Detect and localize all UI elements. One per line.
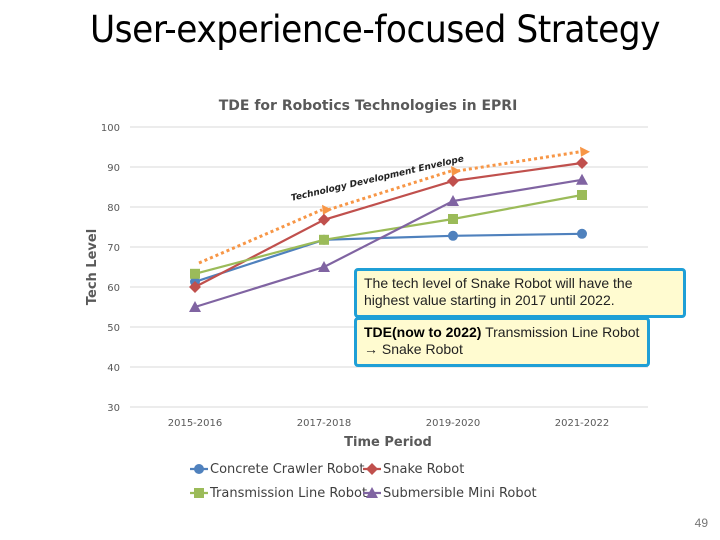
data-point bbox=[576, 173, 588, 185]
callout-text: The tech level of Snake Robot will have … bbox=[364, 275, 633, 308]
y-tick-label: 70 bbox=[107, 243, 120, 254]
legend-entry: Submersible Mini Robot bbox=[383, 486, 537, 501]
legend-entry: Snake Robot bbox=[383, 462, 464, 477]
data-point bbox=[448, 230, 458, 241]
data-point bbox=[577, 228, 587, 239]
data-point bbox=[190, 268, 200, 279]
x-tick-label: 2019-2020 bbox=[426, 418, 481, 429]
data-point bbox=[448, 214, 458, 224]
x-tick-label: 2021-2022 bbox=[555, 418, 610, 429]
envelope-segment bbox=[198, 208, 323, 265]
legend: Concrete Crawler Robot Snake Robot Transmi… bbox=[190, 462, 537, 501]
envelope-label: Technology Development Envelope bbox=[290, 154, 465, 204]
y-axis-label: Tech Level bbox=[85, 229, 100, 305]
data-point bbox=[577, 190, 587, 200]
y-tick-label: 40 bbox=[107, 363, 120, 374]
y-tick-label: 50 bbox=[107, 323, 120, 334]
data-point bbox=[318, 261, 330, 272]
y-tick-label: 80 bbox=[107, 203, 120, 214]
envelope-segment bbox=[456, 150, 581, 173]
legend-marker bbox=[194, 488, 204, 498]
page-number: 49 bbox=[694, 516, 708, 530]
legend-entry: Concrete Crawler Robot bbox=[210, 462, 365, 477]
x-axis-label: Time Period bbox=[344, 435, 432, 450]
y-tick-labels: 30 40 50 60 70 80 90 100 bbox=[101, 123, 120, 414]
x-tick-label: 2017-2018 bbox=[297, 418, 352, 429]
data-point bbox=[319, 234, 329, 245]
legend-marker bbox=[366, 463, 378, 475]
legend-entry: Transmission Line Robot bbox=[209, 486, 367, 501]
y-tick-label: 100 bbox=[101, 123, 120, 134]
data-point bbox=[447, 175, 459, 187]
envelope-arrowhead bbox=[580, 146, 590, 157]
chart-title: TDE for Robotics Technologies in EPRI bbox=[219, 98, 518, 114]
x-tick-labels: 2015-2016 2017-2018 2019-2020 2021-2022 bbox=[168, 418, 610, 429]
callout-snake-robot-note: The tech level of Snake Robot will have … bbox=[354, 268, 686, 318]
callout-tde-note: TDE(now to 2022) Transmission Line Robot… bbox=[354, 317, 650, 367]
y-tick-label: 90 bbox=[107, 163, 120, 174]
callout-bold-text: TDE(now to 2022) bbox=[364, 324, 482, 340]
y-tick-label: 60 bbox=[107, 283, 120, 294]
y-tick-label: 30 bbox=[107, 403, 120, 414]
legend-marker bbox=[194, 464, 204, 474]
x-tick-label: 2015-2016 bbox=[168, 418, 223, 429]
data-point bbox=[318, 213, 330, 226]
